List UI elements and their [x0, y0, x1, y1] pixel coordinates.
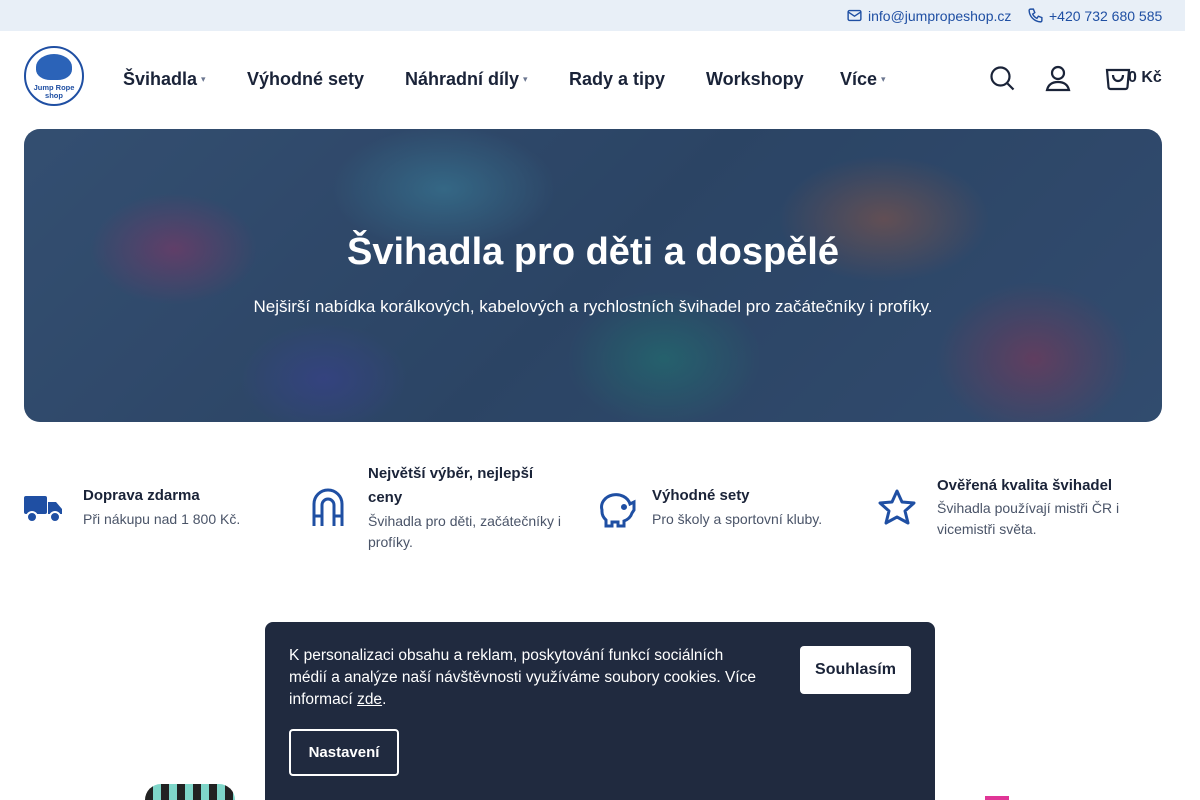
nav-item-svihadla[interactable]: Švihadla ▾ — [123, 69, 206, 90]
piggy-bank-icon — [600, 493, 636, 528]
logo-mark — [36, 54, 72, 80]
site-header: Jump Rope shop Švihadla ▾ Výhodné sety Ná… — [0, 31, 1185, 129]
cookie-consent-banner: K personalizaci obsahu a reklam, poskyto… — [265, 622, 935, 800]
cookie-more-info-link[interactable]: zde — [357, 691, 382, 708]
nav-item-rady-a-tipy[interactable]: Rady a tipy — [569, 69, 665, 90]
truck-icon — [24, 496, 62, 523]
feature-title: Doprava zdarma — [83, 487, 200, 504]
cart-total[interactable]: 0 Kč — [1128, 69, 1162, 87]
nav-item-label: Výhodné sety — [247, 69, 365, 89]
logo-text-line2: shop — [45, 91, 63, 100]
cookie-message-end: . — [382, 691, 387, 708]
feature-description: Pro školy a sportovní kluby. — [652, 511, 823, 527]
logo[interactable]: Jump Rope shop — [24, 46, 84, 106]
nav-item-vyhodne-sety[interactable]: Výhodné sety — [247, 69, 364, 90]
hero-title: Švihadla pro děti a dospělé — [346, 231, 839, 273]
email-link[interactable]: info@jumpropeshop.cz — [846, 7, 1011, 24]
nav-item-vice[interactable]: Více ▾ — [840, 69, 886, 90]
phone-icon — [1028, 8, 1043, 23]
feature-free-shipping: Doprava zdarma Při nákupu nad 1 800 Kč. — [24, 470, 284, 550]
email-text: info@jumpropeshop.cz — [868, 7, 1012, 24]
phone-link[interactable]: +420 732 680 585 — [1027, 7, 1162, 24]
feature-description: Švihadla používají mistři ČR i vicemistř… — [937, 500, 1120, 537]
chevron-down-icon: ▾ — [881, 74, 886, 84]
chevron-down-icon: ▾ — [523, 74, 528, 84]
nav-item-label: Rady a tipy — [569, 69, 666, 89]
nav-item-label: Náhradní díly — [405, 69, 520, 89]
hero-banner[interactable]: Švihadla pro děti a dospělé Nejširší nab… — [24, 129, 1162, 422]
hero-subtitle: Nejširší nabídka korálkových, kabelových… — [253, 297, 933, 316]
feature-title: Výhodné sety — [652, 487, 750, 504]
nav-item-label: Více — [840, 69, 878, 89]
hero-overlay — [24, 129, 1162, 422]
feature-title: Největší výběr, nejlepší ceny — [368, 465, 534, 506]
feature-value-sets: Výhodné sety Pro školy a sportovní kluby… — [596, 470, 856, 550]
feature-best-selection: Největší výběr, nejlepší ceny Švihadla p… — [310, 462, 570, 556]
search-icon[interactable] — [988, 64, 1016, 92]
cookie-agree-button[interactable]: Souhlasím — [800, 646, 911, 694]
user-icon[interactable] — [1044, 64, 1072, 92]
top-contact-bar: info@jumpropeshop.cz +420 732 680 585 — [0, 0, 1185, 31]
phone-text: +420 732 680 585 — [1049, 7, 1163, 24]
nav-item-label: Workshopy — [706, 69, 804, 89]
product-image[interactable] — [145, 784, 235, 800]
nav-item-nahradni-dily[interactable]: Náhradní díly ▾ — [405, 69, 528, 90]
magnet-icon — [312, 488, 344, 526]
product-image[interactable] — [985, 796, 1009, 800]
nav-item-workshopy[interactable]: Workshopy — [706, 69, 804, 90]
star-icon — [878, 489, 916, 525]
feature-title: Ověřená kvalita švihadel — [937, 477, 1113, 494]
feature-description: Švihadla pro děti, začátečníky i profíky… — [368, 513, 561, 550]
feature-verified-quality: Ověřená kvalita švihadel Švihadla použív… — [878, 474, 1158, 544]
chevron-down-icon: ▾ — [201, 74, 206, 84]
nav-item-label: Švihadla — [123, 69, 198, 89]
feature-description: Při nákupu nad 1 800 Kč. — [83, 511, 241, 527]
cookie-message: K personalizaci obsahu a reklam, poskyto… — [289, 645, 759, 711]
mail-icon — [847, 9, 862, 22]
cookie-settings-button[interactable]: Nastavení — [289, 729, 399, 776]
